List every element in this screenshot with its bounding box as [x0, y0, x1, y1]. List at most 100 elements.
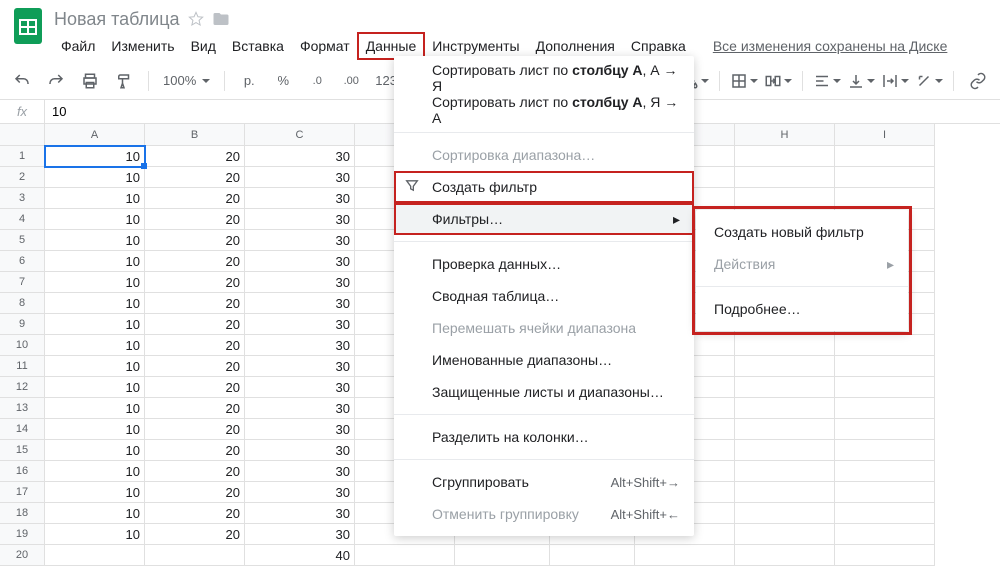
select-all-corner[interactable] — [0, 124, 45, 146]
row-header[interactable]: 8 — [0, 293, 45, 314]
cell[interactable]: 30 — [245, 314, 355, 335]
cell[interactable]: 20 — [145, 272, 245, 293]
merge-cells-button[interactable] — [764, 67, 792, 95]
cell[interactable] — [835, 440, 935, 461]
cell[interactable]: 10 — [45, 419, 145, 440]
cell[interactable] — [735, 440, 835, 461]
zoom-select[interactable]: 100% — [159, 73, 214, 88]
row-header[interactable]: 4 — [0, 209, 45, 230]
row-header[interactable]: 9 — [0, 314, 45, 335]
link-button[interactable] — [964, 67, 992, 95]
submenu-create-new-filter[interactable]: Создать новый фильтр — [696, 216, 908, 248]
menu-tools[interactable]: Инструменты — [425, 34, 526, 58]
cell[interactable]: 20 — [145, 419, 245, 440]
cell[interactable] — [835, 335, 935, 356]
borders-button[interactable] — [730, 67, 758, 95]
cell[interactable]: 30 — [245, 188, 355, 209]
sheets-logo[interactable] — [8, 6, 48, 46]
cell[interactable]: 10 — [45, 209, 145, 230]
cell[interactable]: 20 — [145, 251, 245, 272]
cell[interactable]: 20 — [145, 335, 245, 356]
cell[interactable] — [635, 545, 735, 566]
cell[interactable]: 20 — [145, 314, 245, 335]
menu-edit[interactable]: Изменить — [104, 34, 181, 58]
cell[interactable]: 10 — [45, 503, 145, 524]
decrease-decimal-button[interactable]: .0 — [303, 67, 331, 95]
cell[interactable]: 20 — [145, 209, 245, 230]
cell[interactable] — [835, 419, 935, 440]
row-header[interactable]: 6 — [0, 251, 45, 272]
cell[interactable]: 30 — [245, 356, 355, 377]
column-header[interactable]: B — [145, 124, 245, 146]
row-header[interactable]: 7 — [0, 272, 45, 293]
cell[interactable]: 30 — [245, 524, 355, 545]
cell[interactable] — [735, 377, 835, 398]
cell[interactable] — [835, 524, 935, 545]
cell[interactable]: 20 — [145, 293, 245, 314]
cell[interactable]: 10 — [45, 524, 145, 545]
cell[interactable] — [45, 545, 145, 566]
cell[interactable]: 10 — [45, 482, 145, 503]
column-header[interactable]: I — [835, 124, 935, 146]
cell[interactable]: 30 — [245, 209, 355, 230]
cell[interactable]: 10 — [45, 440, 145, 461]
star-icon[interactable] — [188, 11, 204, 27]
cell[interactable] — [735, 188, 835, 209]
column-header[interactable]: A — [45, 124, 145, 146]
menu-filters[interactable]: Фильтры… ▸ — [394, 203, 694, 235]
row-header[interactable]: 13 — [0, 398, 45, 419]
cell[interactable] — [355, 545, 455, 566]
cell[interactable] — [735, 167, 835, 188]
column-header[interactable]: C — [245, 124, 355, 146]
cell[interactable]: 10 — [45, 146, 145, 167]
row-header[interactable]: 15 — [0, 440, 45, 461]
cell[interactable]: 20 — [145, 524, 245, 545]
menu-data-validation[interactable]: Проверка данных… — [394, 248, 694, 280]
cell[interactable] — [835, 146, 935, 167]
cell[interactable]: 10 — [45, 230, 145, 251]
row-header[interactable]: 14 — [0, 419, 45, 440]
redo-button[interactable] — [42, 67, 70, 95]
cell[interactable]: 30 — [245, 251, 355, 272]
menu-view[interactable]: Вид — [184, 34, 223, 58]
text-wrap-button[interactable] — [881, 67, 909, 95]
menu-sort-desc[interactable]: Сортировать лист по столбцу A, Я → А — [394, 94, 694, 126]
row-header[interactable]: 11 — [0, 356, 45, 377]
cell[interactable] — [835, 461, 935, 482]
cell[interactable]: 20 — [145, 440, 245, 461]
cell[interactable]: 10 — [45, 377, 145, 398]
row-header[interactable]: 2 — [0, 167, 45, 188]
cell[interactable] — [735, 461, 835, 482]
row-header[interactable]: 20 — [0, 545, 45, 566]
cell[interactable]: 30 — [245, 230, 355, 251]
cell[interactable] — [735, 524, 835, 545]
cell[interactable]: 20 — [145, 146, 245, 167]
row-header[interactable]: 12 — [0, 377, 45, 398]
cell[interactable] — [835, 188, 935, 209]
document-title[interactable]: Новая таблица — [54, 9, 180, 30]
cell[interactable]: 30 — [245, 461, 355, 482]
row-header[interactable]: 18 — [0, 503, 45, 524]
menu-format[interactable]: Формат — [293, 34, 357, 58]
undo-button[interactable] — [8, 67, 36, 95]
menu-pivot-table[interactable]: Сводная таблица… — [394, 280, 694, 312]
percent-button[interactable]: % — [269, 67, 297, 95]
submenu-more[interactable]: Подробнее… — [696, 293, 908, 325]
cell[interactable]: 30 — [245, 167, 355, 188]
horizontal-align-button[interactable] — [813, 67, 841, 95]
cell[interactable]: 20 — [145, 230, 245, 251]
cell[interactable]: 30 — [245, 272, 355, 293]
row-header[interactable]: 3 — [0, 188, 45, 209]
cell[interactable] — [735, 503, 835, 524]
menu-sort-asc[interactable]: Сортировать лист по столбцу A, А → Я — [394, 62, 694, 94]
row-header[interactable]: 10 — [0, 335, 45, 356]
menu-addons[interactable]: Дополнения — [529, 34, 622, 58]
menu-insert[interactable]: Вставка — [225, 34, 291, 58]
menu-named-ranges[interactable]: Именованные диапазоны… — [394, 344, 694, 376]
row-header[interactable]: 17 — [0, 482, 45, 503]
cell[interactable]: 20 — [145, 482, 245, 503]
cell[interactable]: 30 — [245, 503, 355, 524]
cell[interactable] — [735, 356, 835, 377]
cell[interactable]: 20 — [145, 356, 245, 377]
cell[interactable] — [735, 545, 835, 566]
